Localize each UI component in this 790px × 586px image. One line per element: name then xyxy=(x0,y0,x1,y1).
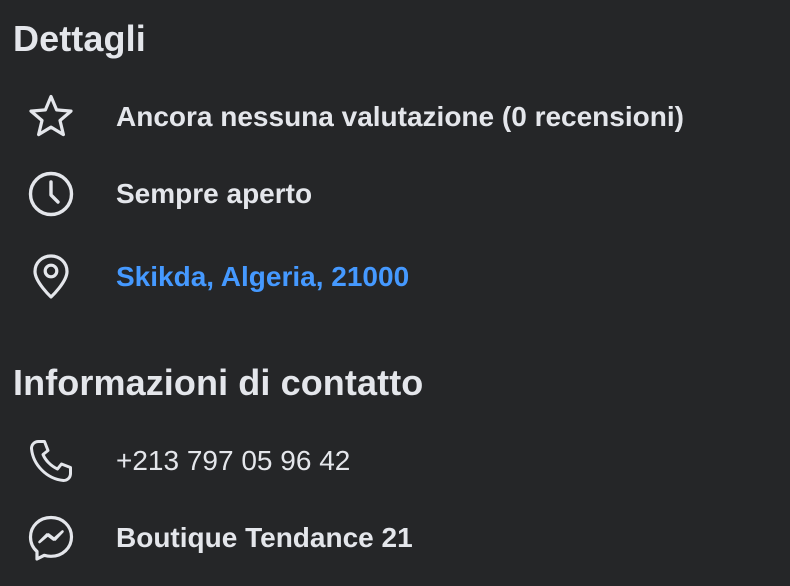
phone-row: +213 797 05 96 42 xyxy=(26,435,770,487)
phone-number[interactable]: +213 797 05 96 42 xyxy=(116,447,350,475)
messenger-text[interactable]: Boutique Tendance 21 xyxy=(116,524,413,552)
messenger-row: Boutique Tendance 21 xyxy=(26,512,770,564)
phone-icon xyxy=(26,436,76,486)
hours-text: Sempre aperto xyxy=(116,178,313,209)
rating-row: Ancora nessuna valutazione (0 recensioni… xyxy=(26,91,770,143)
star-icon xyxy=(26,92,76,142)
messenger-icon xyxy=(26,513,76,563)
address-link[interactable]: Skikda, Algeria, 21000 xyxy=(116,263,409,291)
address-row: Skikda, Algeria, 21000 xyxy=(26,251,770,303)
clock-icon xyxy=(26,169,76,219)
hours-row: Sempre aperto xyxy=(26,168,770,220)
location-pin-icon xyxy=(26,252,76,302)
details-heading: Dettagli xyxy=(13,18,146,59)
rating-text: Ancora nessuna valutazione (0 recensioni… xyxy=(116,101,684,132)
contact-heading: Informazioni di contatto xyxy=(13,362,424,403)
